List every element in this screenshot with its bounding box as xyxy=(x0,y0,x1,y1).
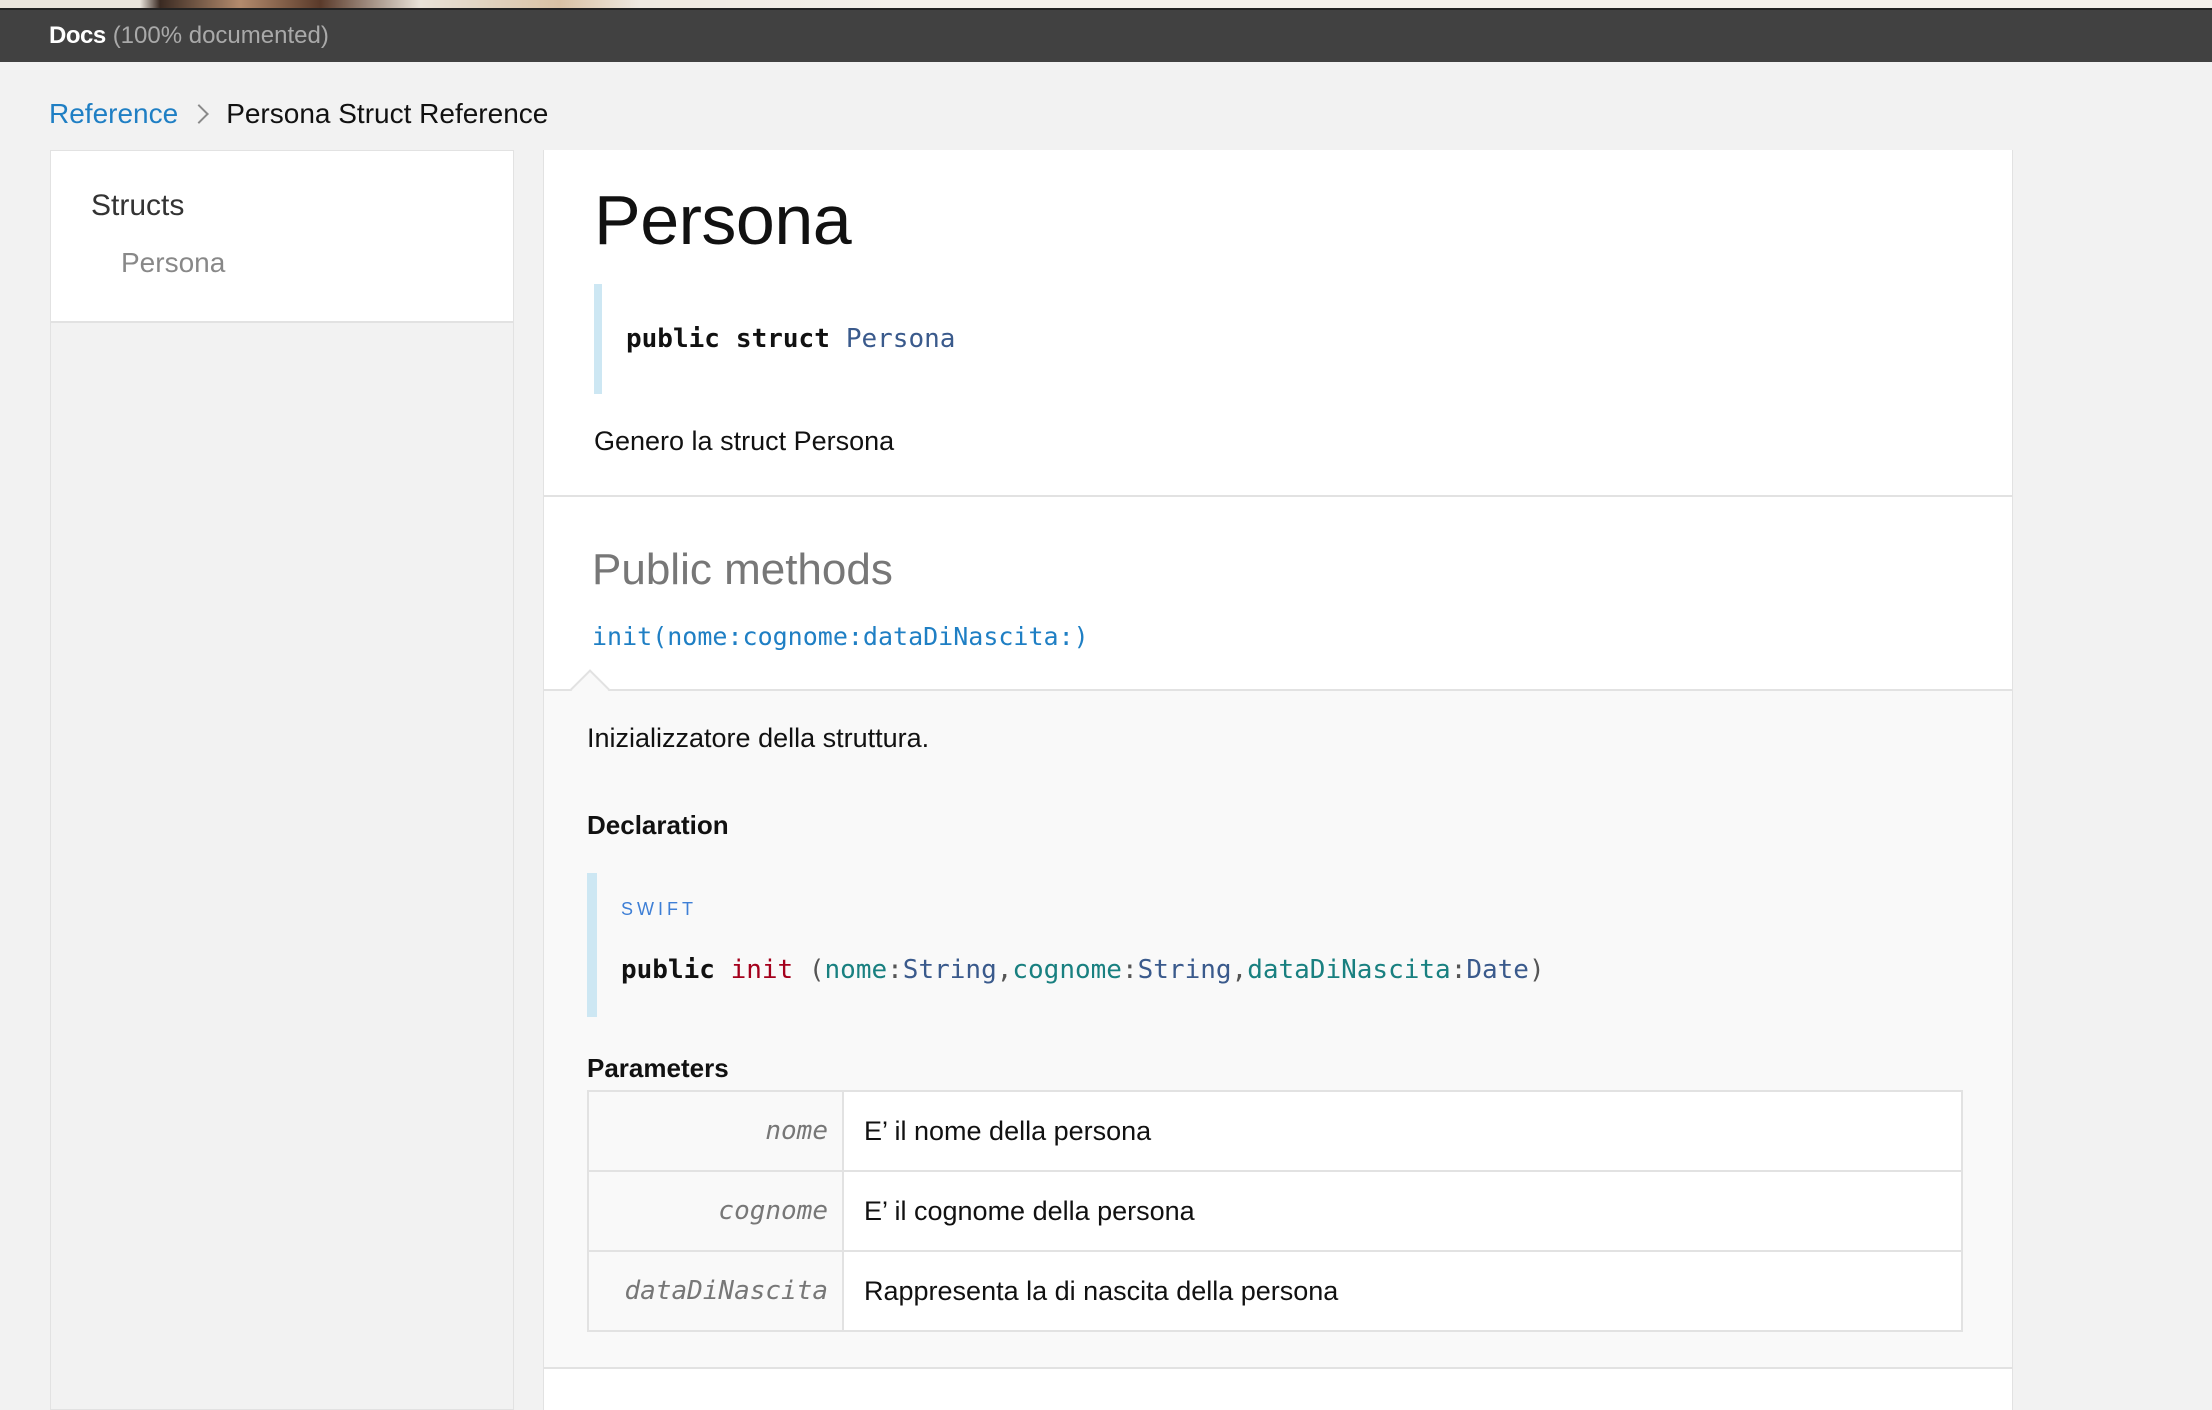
param-description: Rappresenta la di nascita della persona xyxy=(842,1250,1963,1332)
method-detail-panel: Inizializzatore della struttura. Declara… xyxy=(544,669,2012,1369)
method-init-link[interactable]: init(nome:cognome:dataDiNascita:) xyxy=(592,622,1089,651)
code-block: SWIFT public init (nome:String,cognome:S… xyxy=(587,873,1917,1017)
param-name: dataDiNascita xyxy=(587,1250,844,1332)
parameters-table: nome E’ il nome della persona cognome E’… xyxy=(587,1090,1963,1332)
param-description: E’ il cognome della persona xyxy=(842,1170,1963,1252)
breadcrumb-reference-link[interactable]: Reference xyxy=(49,98,178,130)
page-title: Persona xyxy=(594,181,852,259)
parameters-heading: Parameters xyxy=(587,1053,729,1083)
code-param-datadinascita: dataDiNascita xyxy=(1247,955,1451,985)
header-banner-image xyxy=(0,0,2212,8)
table-row: nome E’ il nome della persona xyxy=(587,1090,1963,1172)
code-paren-close: ) xyxy=(1528,955,1545,985)
declaration-type-name: Persona xyxy=(845,324,956,354)
breadcrumb-current: Persona Struct Reference xyxy=(226,98,549,129)
param-name: cognome xyxy=(587,1170,844,1252)
sidebar: Structs Persona xyxy=(50,150,514,1410)
coverage-label: (100% documented) xyxy=(112,22,329,49)
code-comma: , xyxy=(996,955,1013,985)
code-keyword: public xyxy=(621,955,715,985)
public-methods-heading: Public methods xyxy=(592,545,893,594)
struct-declaration: public struct Persona xyxy=(594,284,1202,394)
code-type-date: Date xyxy=(1466,955,1529,985)
struct-abstract: Genero la struct Persona xyxy=(594,426,895,456)
declaration-keyword-public: public xyxy=(626,324,720,354)
param-name: nome xyxy=(587,1090,844,1172)
declaration-heading: Declaration xyxy=(587,810,729,840)
code-type-string: String xyxy=(902,955,997,985)
breadcrumb: Reference Persona Struct Reference xyxy=(49,94,548,134)
table-row: cognome E’ il cognome della persona xyxy=(587,1170,1963,1252)
sidebar-item-persona[interactable]: Persona xyxy=(121,247,513,279)
docs-brand-link[interactable]: Docs xyxy=(49,22,106,50)
code-comma: , xyxy=(1231,955,1248,985)
code-language-label: SWIFT xyxy=(621,899,697,919)
param-description: E’ il nome della persona xyxy=(842,1090,1963,1172)
method-description: Inizializzatore della struttura. xyxy=(587,723,930,753)
sidebar-group-structs[interactable]: Structs xyxy=(91,189,513,223)
code-colon: : xyxy=(1450,955,1467,985)
table-row: dataDiNascita Rappresenta la di nascita … xyxy=(587,1250,1963,1332)
declaration-keyword-struct: struct xyxy=(735,324,830,354)
main-content: Persona public struct Persona Genero la … xyxy=(543,150,2013,1410)
top-header: Docs (100% documented) xyxy=(0,8,2212,62)
code-type-string: String xyxy=(1137,955,1232,985)
code-param-nome: nome xyxy=(824,955,888,985)
section-divider xyxy=(544,495,2012,497)
code-paren-open: ( xyxy=(793,955,825,985)
code-colon: : xyxy=(887,955,903,985)
sidebar-nav: Structs Persona xyxy=(51,151,513,323)
caret-up-icon xyxy=(570,669,610,709)
code-function: init xyxy=(730,955,794,985)
code-line: public init (nome:String,cognome:String,… xyxy=(621,955,1545,985)
chevron-right-icon xyxy=(189,104,210,124)
code-colon: : xyxy=(1121,955,1138,985)
code-param-cognome: cognome xyxy=(1012,955,1122,985)
